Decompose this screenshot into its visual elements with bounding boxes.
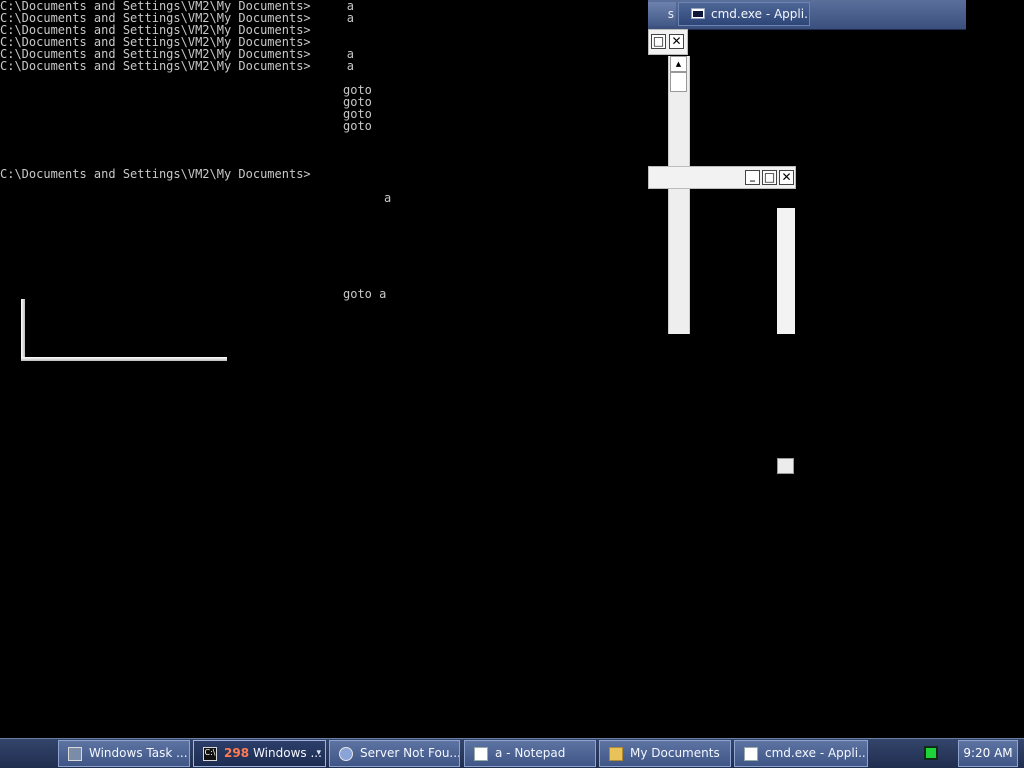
maximize-button[interactable]: □ bbox=[762, 170, 777, 185]
minimize-button[interactable]: _ bbox=[745, 170, 760, 185]
console-line: C:\Documents and Settings\VM2\My Documen… bbox=[0, 59, 355, 73]
console-goto-a: goto a bbox=[343, 287, 387, 301]
taskbar-button-label: cmd.exe - Appli... bbox=[765, 746, 868, 760]
taskbar-button-notepad[interactable]: a - Notepad bbox=[464, 740, 596, 767]
internet-explorer-icon bbox=[339, 747, 353, 761]
folder-icon bbox=[609, 747, 623, 761]
taskbar-button-label: My Documents bbox=[630, 746, 720, 760]
notepad-icon bbox=[474, 747, 488, 761]
taskbar: Windows Task ... C:\ 298 Windows ... ▾ Se… bbox=[0, 738, 1024, 768]
scroll-thumb[interactable] bbox=[670, 72, 687, 92]
console-prompt: C:\Documents and Settings\VM2\My Documen… bbox=[0, 167, 311, 181]
taskbar-button-label: Server Not Fou... bbox=[360, 746, 460, 760]
taskbar-button-browser[interactable]: Server Not Fou... bbox=[329, 740, 460, 767]
cmd-icon: C:\ bbox=[203, 747, 217, 761]
title-bar-fragment: _ □ ✕ bbox=[648, 166, 796, 189]
task-manager-icon bbox=[68, 747, 82, 761]
window-fragment bbox=[777, 458, 794, 474]
system-tray bbox=[914, 740, 954, 767]
goto-line: goto bbox=[343, 119, 372, 133]
console-output: C:\Documents and Settings\VM2\My Documen… bbox=[0, 0, 354, 84]
console-a: a bbox=[384, 191, 392, 205]
window-edge-fragment bbox=[777, 208, 795, 334]
taskbar-button-windows-group[interactable]: C:\ 298 Windows ... ▾ bbox=[193, 740, 326, 767]
vertical-scrollbar[interactable]: ▲ bbox=[668, 56, 690, 334]
cmd-icon bbox=[744, 747, 758, 761]
taskbar-button-cmd[interactable]: cmd.exe - Appli... bbox=[734, 740, 868, 767]
chevron-down-icon: ▾ bbox=[316, 748, 321, 758]
window-border-fragment[interactable] bbox=[21, 357, 227, 361]
taskbar-button-label: cmd.exe - Appli... bbox=[711, 7, 810, 21]
scroll-up-button[interactable]: ▲ bbox=[670, 56, 687, 72]
taskbar-button-fragment[interactable]: s bbox=[648, 2, 676, 26]
taskbar-button-label: a - Notepad bbox=[495, 746, 566, 760]
taskbar-button-my-documents[interactable]: My Documents bbox=[599, 740, 731, 767]
title-bar-fragment: □ ✕ bbox=[648, 29, 688, 55]
window-border-fragment[interactable] bbox=[21, 299, 25, 361]
cmd-icon bbox=[691, 8, 705, 19]
taskbar-button-task-manager[interactable]: Windows Task ... bbox=[58, 740, 190, 767]
taskbar-button-label: Windows ... bbox=[253, 746, 322, 760]
close-button[interactable]: ✕ bbox=[669, 34, 684, 49]
window-count-badge: 298 bbox=[224, 746, 250, 760]
network-activity-icon[interactable] bbox=[924, 746, 938, 760]
clock[interactable]: 9:20 AM bbox=[958, 740, 1018, 767]
taskbar-button-cmd[interactable]: cmd.exe - Appli... bbox=[678, 2, 810, 26]
taskbar-button-label: Windows Task ... bbox=[89, 746, 188, 760]
maximize-button[interactable]: □ bbox=[651, 34, 666, 49]
top-taskbar-fragment: s cmd.exe - Appli... bbox=[648, 0, 966, 30]
close-button[interactable]: ✕ bbox=[779, 170, 794, 185]
